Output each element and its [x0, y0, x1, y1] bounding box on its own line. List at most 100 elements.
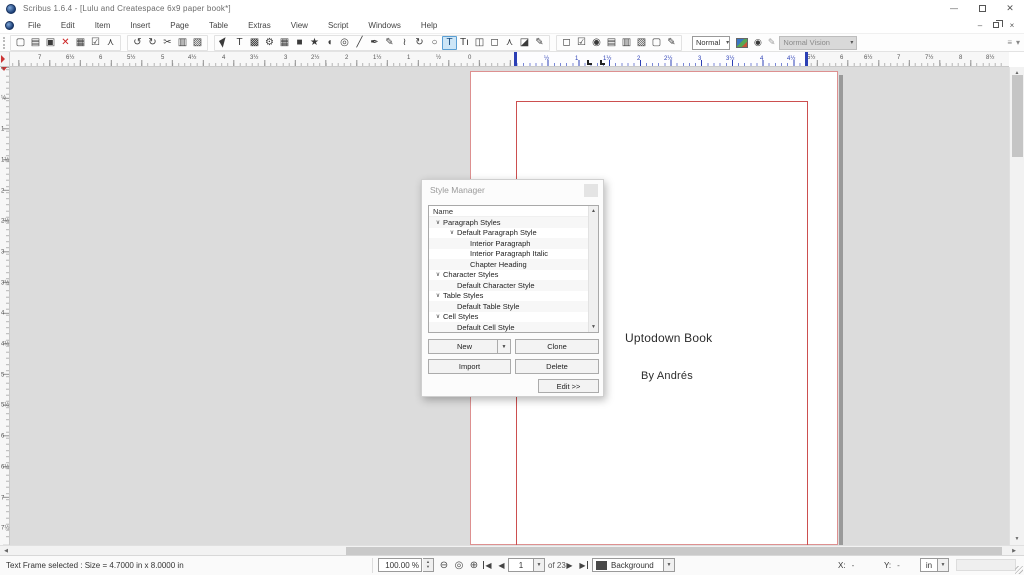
style-manager-dialog[interactable]: Style Manager Name ∨Paragraph Styles∨Def…	[421, 179, 604, 397]
preview-mode-icon[interactable]: ◉	[754, 37, 762, 48]
menu-edit[interactable]: Edit	[51, 21, 85, 30]
chevron-expanded-icon[interactable]: ∨	[433, 219, 443, 226]
copy-item-properties-icon[interactable]: ◪	[517, 36, 532, 50]
clone-style-button[interactable]: Clone	[515, 339, 599, 354]
pdf-link-annotation-icon[interactable]: ✎	[664, 36, 679, 50]
previous-page-icon[interactable]: ◀	[494, 558, 509, 572]
edit-in-preview-icon[interactable]: ✎	[768, 37, 776, 48]
style-tree-row[interactable]: ∨Table Styles	[429, 291, 598, 302]
zoom-tool-icon[interactable]: ○	[427, 36, 442, 50]
zoom-out-icon[interactable]: ⊖	[437, 558, 451, 572]
tab-stop-marker[interactable]	[587, 60, 592, 65]
insert-calligraphic-icon[interactable]: ≀	[397, 36, 412, 50]
horizontal-scrollbar[interactable]: ◀ ▶	[0, 545, 1024, 556]
text-frame-title[interactable]: Uptodown Book	[625, 331, 712, 345]
toolbar-overflow[interactable]: ≡▾	[1007, 38, 1024, 47]
print-icon[interactable]: ▦	[73, 36, 88, 50]
menu-insert[interactable]: Insert	[120, 21, 160, 30]
edit-contents-icon[interactable]: T	[442, 36, 457, 50]
menu-help[interactable]: Help	[411, 21, 447, 30]
text-frame-tab-ruler[interactable]	[514, 52, 808, 66]
zoom-in-icon[interactable]: ⊕	[467, 558, 481, 572]
pdf-text-field-icon[interactable]: ▢	[649, 36, 664, 50]
vertical-scrollbar[interactable]: ▲ ▼	[1009, 67, 1024, 545]
new-document-icon[interactable]: ▢	[13, 36, 28, 50]
menu-item[interactable]: Item	[85, 21, 121, 30]
style-tree-row[interactable]: ∨Character Styles	[429, 270, 598, 281]
insert-arc-icon[interactable]: ◖	[322, 36, 337, 50]
insert-freehand-icon[interactable]: ✎	[382, 36, 397, 50]
scroll-left-icon[interactable]: ◀	[0, 546, 12, 555]
horizontal-ruler[interactable]: 76½65½54½43½32½21½1½05½66½77½88½½11½22½3…	[10, 52, 1009, 67]
menu-table[interactable]: Table	[199, 21, 238, 30]
style-tree[interactable]: Name ∨Paragraph Styles∨Default Paragraph…	[428, 205, 599, 333]
pdf-combo-box-icon[interactable]: ▤	[604, 36, 619, 50]
vertical-ruler[interactable]: 0½11½22½33½44½55½66½77½	[0, 67, 10, 545]
insert-table-icon[interactable]: ▦	[277, 36, 292, 50]
next-page-icon[interactable]: ▶	[562, 558, 577, 572]
new-style-dropdown-icon[interactable]: ▼	[497, 340, 510, 353]
insert-polygon-icon[interactable]: ★	[307, 36, 322, 50]
vision-defect-combo[interactable]: Normal Vision ▾	[779, 36, 857, 50]
menu-page[interactable]: Page	[160, 21, 199, 30]
unit-selector[interactable]: in	[920, 558, 938, 572]
insert-shape-icon[interactable]: ■	[292, 36, 307, 50]
dialog-close-button[interactable]	[584, 184, 598, 197]
undo-icon[interactable]: ↺	[130, 36, 145, 50]
zoom-spinner[interactable]: ▲▼	[423, 558, 434, 572]
rotate-item-icon[interactable]: ↻	[412, 36, 427, 50]
document-canvas[interactable]: Uptodown Book By Andrés 0½11½22½33½44½55…	[0, 67, 1024, 545]
chevron-expanded-icon[interactable]: ∨	[433, 292, 443, 299]
maximize-icon[interactable]	[968, 0, 996, 17]
scroll-down-icon[interactable]: ▼	[1010, 533, 1024, 545]
style-tree-row[interactable]: Interior Paragraph Italic	[429, 249, 598, 260]
style-tree-row[interactable]: Interior Paragraph	[429, 238, 598, 249]
chevron-expanded-icon[interactable]: ∨	[433, 271, 443, 278]
scroll-right-icon[interactable]: ▶	[1008, 546, 1020, 555]
chevron-expanded-icon[interactable]: ∨	[433, 313, 443, 320]
chevron-expanded-icon[interactable]: ∨	[447, 229, 457, 236]
first-page-icon[interactable]: ◀	[480, 558, 495, 572]
insert-bezier-icon[interactable]: ✒	[367, 36, 382, 50]
menu-file[interactable]: File	[18, 21, 51, 30]
insert-render-frame-icon[interactable]: ⚙	[262, 36, 277, 50]
pdf-text-annotation-icon[interactable]: ▧	[634, 36, 649, 50]
layer-dropdown-icon[interactable]: ▼	[664, 558, 675, 572]
toolbar-handle[interactable]	[3, 37, 7, 49]
unit-dropdown-icon[interactable]: ▼	[938, 558, 949, 572]
style-tree-row[interactable]: Default Table Style	[429, 301, 598, 312]
preflight-verifier-icon[interactable]: ☑	[88, 36, 103, 50]
mdi-minimize-icon[interactable]: –	[972, 19, 988, 31]
insert-spiral-icon[interactable]: ◎	[337, 36, 352, 50]
vertical-scroll-thumb[interactable]	[1012, 75, 1023, 157]
zoom-100-icon[interactable]: ◎	[452, 558, 466, 572]
text-frame-author[interactable]: By Andrés	[641, 370, 693, 382]
pdf-radio-button-icon[interactable]: ◉	[589, 36, 604, 50]
menu-windows[interactable]: Windows	[358, 21, 410, 30]
link-text-frames-icon[interactable]: ◫	[472, 36, 487, 50]
tree-scrollbar[interactable]: ▲ ▼	[588, 206, 598, 332]
open-document-icon[interactable]: ▤	[28, 36, 43, 50]
close-document-icon[interactable]: ✕	[58, 36, 73, 50]
pdf-push-button-icon[interactable]: ◻	[559, 36, 574, 50]
export-pdf-icon[interactable]: ⋏	[103, 36, 118, 50]
delete-style-button[interactable]: Delete	[515, 359, 599, 374]
style-tree-row[interactable]: Default Cell Style	[429, 322, 598, 333]
insert-line-icon[interactable]: ╱	[352, 36, 367, 50]
save-document-icon[interactable]: ▣	[43, 36, 58, 50]
minimize-icon[interactable]: —	[940, 0, 968, 17]
copy-icon[interactable]: ▥	[175, 36, 190, 50]
menu-view[interactable]: View	[281, 21, 318, 30]
close-icon[interactable]: ✕	[996, 0, 1024, 17]
measurements-icon[interactable]: ⋏	[502, 36, 517, 50]
pdf-list-box-icon[interactable]: ▥	[619, 36, 634, 50]
edit-style-button[interactable]: Edit >>	[538, 379, 599, 393]
cut-icon[interactable]: ✂	[160, 36, 175, 50]
scroll-up-icon[interactable]: ▲	[589, 208, 598, 214]
horizontal-scroll-thumb[interactable]	[346, 547, 1002, 555]
redo-icon[interactable]: ↻	[145, 36, 160, 50]
style-tree-row[interactable]: ∨Default Paragraph Style	[429, 228, 598, 239]
last-page-icon[interactable]: ▶	[576, 558, 591, 572]
scroll-down-icon[interactable]: ▼	[589, 324, 598, 330]
mdi-close-icon[interactable]: ×	[1004, 19, 1020, 31]
